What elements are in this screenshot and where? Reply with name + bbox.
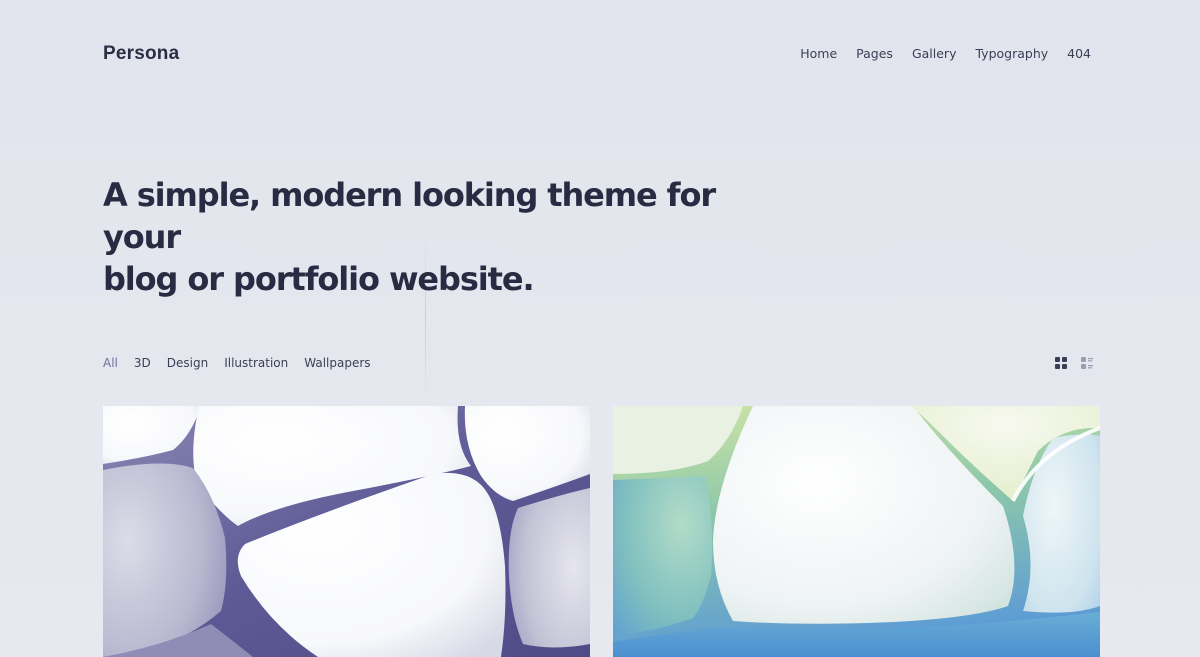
- hero-heading: A simple, modern looking theme for your …: [103, 174, 743, 300]
- nav-item-404[interactable]: 404: [1067, 46, 1091, 61]
- nav-item-gallery[interactable]: Gallery: [912, 46, 957, 61]
- hero-line-1: A simple, modern looking theme for your: [103, 176, 716, 256]
- site-logo[interactable]: Persona: [103, 43, 179, 65]
- filter-wallpapers[interactable]: Wallpapers: [304, 356, 370, 370]
- filter-design[interactable]: Design: [167, 356, 208, 370]
- nav-item-home[interactable]: Home: [800, 46, 837, 61]
- nav-item-pages[interactable]: Pages: [856, 46, 893, 61]
- gallery-card[interactable]: [613, 406, 1100, 657]
- filter-3d[interactable]: 3D: [134, 356, 151, 370]
- list-view-icon[interactable]: [1081, 357, 1093, 369]
- gallery-image-green-blue-cells: [613, 406, 1100, 657]
- filter-all[interactable]: All: [103, 356, 118, 370]
- view-toggle: [1055, 357, 1093, 369]
- gallery-image-purple-cells: [103, 406, 590, 657]
- main-nav: Home Pages Gallery Typography 404: [800, 46, 1091, 61]
- category-filters: All 3D Design Illustration Wallpapers: [103, 356, 371, 370]
- grid-view-icon[interactable]: [1055, 357, 1067, 369]
- nav-item-typography[interactable]: Typography: [975, 46, 1048, 61]
- filter-illustration[interactable]: Illustration: [224, 356, 288, 370]
- hero-line-2: blog or portfolio website.: [103, 260, 535, 298]
- page: Persona Home Pages Gallery Typography 40…: [0, 0, 1200, 657]
- gallery-card[interactable]: [103, 406, 590, 657]
